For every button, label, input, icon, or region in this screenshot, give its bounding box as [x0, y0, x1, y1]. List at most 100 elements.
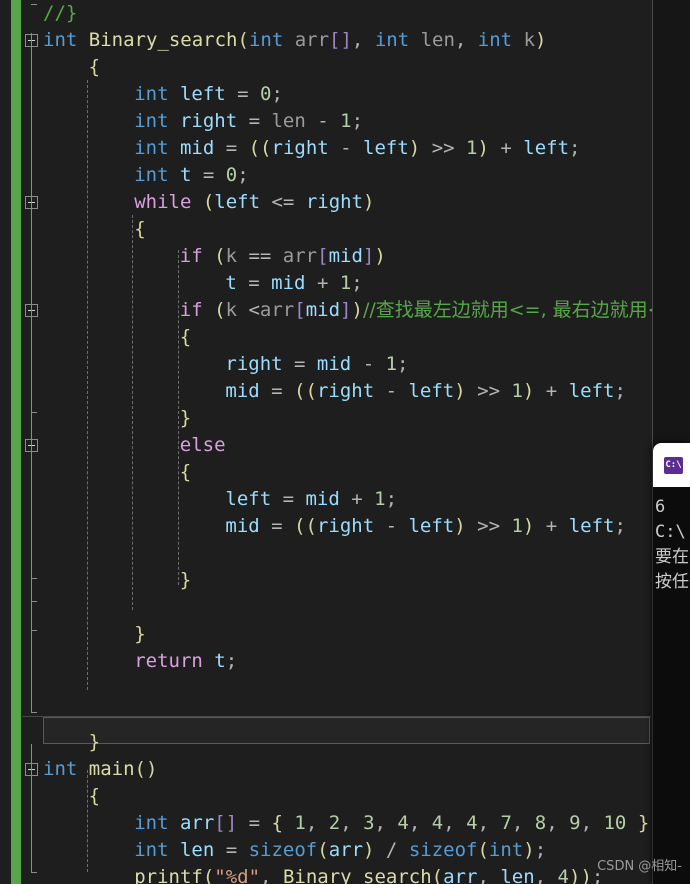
code-line[interactable]: printf("%d", Binary_search(arr, len, 4))…	[43, 864, 683, 884]
code-line[interactable]: if (k == arr[mid])	[43, 243, 683, 270]
code-token: ,	[305, 812, 329, 834]
code-token: "%d"	[214, 866, 261, 884]
code-token: 9	[569, 812, 581, 834]
code-token: 4	[557, 866, 569, 884]
code-token: =	[282, 353, 317, 375]
code-line-text: int Binary_search(int arr[], int len, in…	[43, 27, 546, 54]
code-token: )	[522, 380, 535, 402]
code-token: ;	[385, 488, 398, 510]
code-line-text: {	[89, 54, 100, 81]
code-token: mid	[179, 137, 215, 159]
code-token: //查找最左边就用<=, 最右边就用<	[362, 299, 664, 321]
code-token: +	[339, 488, 375, 510]
code-line[interactable]: int arr[] = { 1, 2, 3, 4, 4, 4, 7, 8, 9,…	[43, 810, 683, 837]
code-token: ;	[614, 380, 626, 402]
code-line[interactable]: mid = ((right - left) >> 1) + left;	[43, 378, 683, 405]
code-line[interactable]: right = mid - 1;	[43, 351, 683, 378]
code-token: mid	[305, 299, 341, 321]
code-line[interactable]: int left = 0;	[43, 81, 683, 108]
code-line-text: else	[180, 432, 226, 459]
code-editor[interactable]: //} int Binary_search(int arr[], int len,…	[0, 0, 690, 884]
code-token: [	[317, 245, 329, 267]
code-line[interactable]: }	[43, 621, 683, 648]
code-line[interactable]: {	[43, 459, 683, 486]
code-token: mid	[316, 353, 352, 375]
code-token: k	[225, 245, 238, 267]
code-token: ,	[260, 866, 283, 884]
code-token: 1	[466, 137, 478, 159]
code-token: ,	[340, 812, 364, 834]
outlining-trunk-line	[31, 304, 32, 412]
code-line[interactable]: int right = len - 1;	[43, 108, 683, 135]
code-line[interactable]: }	[43, 729, 683, 756]
code-line-text: {	[89, 783, 100, 810]
selection-margin[interactable]	[0, 0, 11, 884]
code-line[interactable]: return t;	[43, 648, 683, 675]
code-token: =	[191, 164, 226, 186]
code-token: ,	[408, 812, 432, 834]
code-token: )	[523, 839, 535, 861]
code-line-text: right = mid - 1;	[225, 351, 408, 378]
code-token: mid	[305, 488, 340, 510]
code-line[interactable]: {	[43, 324, 683, 351]
code-line[interactable]: {	[43, 783, 683, 810]
code-line-text: while (left <= right)	[134, 189, 374, 216]
code-line-text: int left = 0;	[134, 81, 283, 108]
code-line[interactable]: {	[43, 54, 683, 81]
code-token: left	[523, 137, 570, 159]
code-line[interactable]	[43, 540, 683, 567]
code-line[interactable]: }	[43, 405, 683, 432]
code-line[interactable]: int main()	[43, 756, 683, 783]
code-token: 1	[511, 380, 523, 402]
code-line[interactable]	[43, 675, 683, 702]
code-token: )	[363, 839, 375, 861]
code-line[interactable]: while (left <= right)	[43, 189, 683, 216]
code-line-text: }	[134, 621, 145, 648]
code-token: =	[236, 272, 272, 294]
code-token: 4	[431, 812, 444, 834]
code-line[interactable]: int mid = ((right - left) >> 1) + left;	[43, 135, 683, 162]
code-token: mid	[271, 272, 306, 294]
code-token: sizeof	[248, 839, 318, 861]
code-line-text: int t = 0;	[134, 162, 248, 189]
code-line-text: }	[180, 405, 191, 432]
code-token: int	[134, 83, 180, 105]
code-token: int	[134, 137, 180, 159]
code-token: =	[259, 380, 295, 402]
code-lines[interactable]: //} int Binary_search(int arr[], int len,…	[43, 0, 683, 884]
outlining-end-tick	[31, 578, 37, 579]
code-line[interactable]: mid = ((right - left) >> 1) + left;	[43, 513, 683, 540]
code-token: )	[454, 380, 466, 402]
code-token: {	[88, 785, 101, 807]
code-line[interactable]: int Binary_search(int arr[], int len, in…	[43, 27, 683, 54]
code-token: len	[420, 29, 455, 51]
code-line[interactable]: int len = sizeof(arr) / sizeof(int);	[43, 837, 683, 864]
editor-text-surface[interactable]: //} int Binary_search(int arr[], int len,…	[0, 0, 664, 884]
code-line[interactable]: if (k <arr[mid])//查找最左边就用<=, 最右边就用<	[43, 297, 683, 324]
code-token: (	[237, 29, 249, 51]
code-token: =	[271, 488, 306, 510]
code-line[interactable]	[43, 702, 683, 729]
console-output-line: C:\	[655, 522, 686, 542]
code-line[interactable]: left = mid + 1;	[43, 486, 683, 513]
code-token: ((	[294, 515, 317, 537]
code-line[interactable]: {	[43, 216, 683, 243]
code-line-text: if (k == arr[mid])	[180, 243, 386, 270]
code-token: (	[202, 866, 215, 884]
code-token: t	[214, 650, 226, 672]
code-token: 1	[294, 812, 306, 834]
code-line[interactable]: t = mid + 1;	[43, 270, 683, 297]
code-token: )	[454, 515, 466, 537]
code-token: k	[523, 29, 536, 51]
console-titlebar[interactable]: C:\	[653, 443, 690, 487]
code-line[interactable]	[43, 594, 683, 621]
code-token: -	[351, 353, 386, 375]
code-token: +	[534, 515, 569, 537]
code-line[interactable]: else	[43, 432, 683, 459]
code-line-text: if (k <arr[mid])//查找最左边就用<=, 最右边就用<	[180, 297, 664, 324]
code-line[interactable]: int t = 0;	[43, 162, 683, 189]
console-window[interactable]: C:\ 6 C:\ 要在 按任	[653, 443, 690, 884]
cmd-console-icon: C:\	[664, 457, 683, 474]
code-line[interactable]: //}	[43, 0, 683, 27]
code-line[interactable]: }	[43, 567, 683, 594]
